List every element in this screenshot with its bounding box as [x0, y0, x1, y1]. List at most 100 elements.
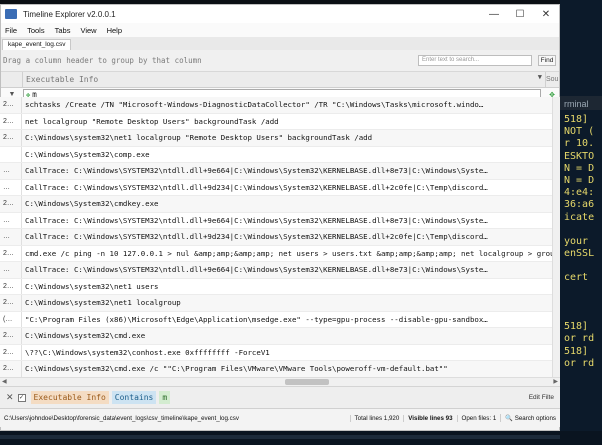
table-row[interactable]: … CallTrace: C:\Windows\SYSTEM32\ntdll.dl…	[0, 262, 552, 279]
terminal-line: 518]	[564, 345, 589, 357]
window-title: Timeline Explorer v2.0.0.1	[23, 9, 116, 19]
table-row[interactable]: 2… schtasks /Create /TN "Microsoft-Window…	[0, 97, 552, 114]
row-prefix-cell: 2…	[0, 278, 22, 294]
table-row[interactable]: … CallTrace: C:\Windows\SYSTEM32\ntdll.dl…	[0, 179, 552, 196]
column-header-executable-info[interactable]: Executable Info ▼	[23, 72, 545, 87]
executable-info-cell[interactable]: cmd.exe /c ping -n 10 127.0.0.1 > nul &a…	[22, 249, 552, 258]
table-row[interactable]: 2… C:\Windows\system32\net1 users	[0, 278, 552, 295]
table-row[interactable]: C:\Windows\System32\comp.exe	[0, 146, 552, 163]
table-row[interactable]: … CallTrace: C:\Windows\SYSTEM32\ntdll.dl…	[0, 163, 552, 180]
terminal-line: enSSL	[564, 248, 595, 260]
table-row[interactable]: … CallTrace: C:\Windows\SYSTEM32\ntdll.dl…	[0, 212, 552, 229]
executable-info-cell[interactable]: schtasks /Create /TN "Microsoft-Windows-…	[22, 100, 552, 109]
filter-enabled-checkbox[interactable]: ✓	[17, 393, 26, 402]
executable-info-cell[interactable]: \??\C:\Windows\system32\conhost.exe 0xff…	[22, 348, 552, 357]
terminal-line: r 10.	[564, 138, 595, 150]
terminal-line: 518]	[564, 321, 589, 333]
row-prefix-cell: …	[0, 229, 22, 245]
minimize-button[interactable]: —	[481, 9, 507, 20]
row-prefix-cell: 2…	[0, 196, 22, 212]
terminal-line: or rd	[564, 333, 595, 345]
table-row[interactable]: 2… C:\Windows\system32\cmd.exe	[0, 328, 552, 345]
row-prefix-cell: …	[0, 163, 22, 179]
executable-info-cell[interactable]: net localgroup "Remote Desktop Users" ba…	[22, 117, 552, 126]
executable-info-cell[interactable]: CallTrace: C:\Windows\SYSTEM32\ntdll.dll…	[22, 166, 552, 175]
edit-filter-button[interactable]: Edit Filte	[529, 394, 554, 401]
column-header-source[interactable]: Sou	[545, 72, 559, 87]
table-row[interactable]: 2… \??\C:\Windows\system32\conhost.exe 0x…	[0, 344, 552, 361]
executable-info-cell[interactable]: C:\Windows\system32\net1 localgroup	[22, 298, 552, 307]
row-prefix-cell	[0, 146, 22, 162]
terminal-line: ESKTO	[564, 150, 595, 162]
find-button[interactable]: Find	[538, 55, 556, 66]
menu-help[interactable]: Help	[103, 26, 128, 35]
filter-funnel-icon[interactable]: ▼	[538, 73, 542, 81]
search-input[interactable]: Enter text to search...	[418, 55, 532, 66]
terminal-line: NOT (	[564, 126, 595, 138]
row-prefix-cell: 2…	[0, 97, 22, 113]
executable-info-cell[interactable]: CallTrace: C:\Windows\SYSTEM32\ntdll.dll…	[22, 232, 552, 241]
table-row[interactable]: 2… C:\Windows\system32\net1 localgroup "R…	[0, 130, 552, 147]
executable-info-cell[interactable]: "C:\Program Files (x86)\Microsoft\Edge\A…	[22, 315, 552, 324]
vertical-scrollbar[interactable]	[552, 97, 560, 377]
data-grid[interactable]: 2… schtasks /Create /TN "Microsoft-Window…	[0, 97, 552, 377]
filter-operator-chip[interactable]: Contains	[111, 391, 157, 404]
menu-tabs[interactable]: Tabs	[51, 26, 77, 35]
terminal-line: N = D	[564, 162, 595, 174]
maximize-button[interactable]: ☐	[507, 9, 533, 20]
table-row[interactable]: 2… net localgroup "Remote Desktop Users" …	[0, 113, 552, 130]
terminal-output: 518] NOT (r 10. ESKTO N = DN = D 4:e4: 36:a6 i…	[560, 114, 602, 370]
terminal-title: rminal	[560, 96, 602, 110]
scroll-thumb[interactable]	[285, 379, 329, 385]
close-button[interactable]: ✕	[533, 9, 559, 20]
search-options[interactable]: 🔍 Search options	[500, 414, 560, 422]
executable-info-cell[interactable]: CallTrace: C:\Windows\SYSTEM32\ntdll.dll…	[22, 183, 552, 192]
open-files: Open files: 1	[456, 414, 501, 422]
menu-view[interactable]: View	[76, 26, 102, 35]
background-terminal: rminal 518] NOT (r 10. ESKTO N = DN = D 4:e4…	[560, 0, 602, 445]
table-row[interactable]: 2… cmd.exe /c ping -n 10 127.0.0.1 > nul …	[0, 245, 552, 262]
row-prefix-cell: (…	[0, 311, 22, 327]
terminal-line: icate	[564, 211, 595, 223]
filter-value-chip[interactable]: m	[159, 391, 171, 404]
group-panel: Drag a column header to group by that co…	[1, 50, 559, 72]
row-prefix-cell: …	[0, 179, 22, 195]
table-row[interactable]: 2… C:\Windows\System32\cmdkey.exe	[0, 196, 552, 213]
row-prefix-cell: 2…	[0, 113, 22, 129]
scroll-left-icon[interactable]: ◀	[2, 378, 7, 385]
executable-info-cell[interactable]: C:\Windows\system32\net1 users	[22, 282, 552, 291]
menu-bar: File Tools Tabs View Help	[1, 23, 559, 37]
menu-tools[interactable]: Tools	[23, 26, 51, 35]
menu-file[interactable]: File	[1, 26, 23, 35]
horizontal-scrollbar[interactable]: ◀ ▶	[0, 377, 560, 386]
row-indicator-header	[1, 72, 23, 87]
column-header-row: Executable Info ▼ Sou	[1, 72, 559, 88]
filter-column-chip[interactable]: Executable Info	[30, 391, 109, 404]
table-row[interactable]: (… "C:\Program Files (x86)\Microsoft\Edge…	[0, 311, 552, 328]
scroll-right-icon[interactable]: ▶	[553, 378, 558, 385]
executable-info-cell[interactable]: C:\Windows\system32\cmd.exe /c ""C:\Prog…	[22, 364, 552, 373]
executable-info-cell[interactable]: C:\Windows\System32\cmdkey.exe	[22, 199, 552, 208]
title-bar: Timeline Explorer v2.0.0.1 — ☐ ✕	[1, 5, 559, 23]
terminal-line: your	[564, 235, 589, 247]
executable-info-cell[interactable]: C:\Windows\system32\cmd.exe	[22, 331, 552, 340]
group-hint[interactable]: Drag a column header to group by that co…	[1, 56, 418, 65]
executable-info-cell[interactable]: CallTrace: C:\Windows\SYSTEM32\ntdll.dll…	[22, 216, 552, 225]
row-prefix-cell: …	[0, 262, 22, 278]
table-row[interactable]: 2… C:\Windows\system32\cmd.exe /c ""C:\Pr…	[0, 361, 552, 377]
table-row[interactable]: … CallTrace: C:\Windows\SYSTEM32\ntdll.dl…	[0, 229, 552, 246]
tab-kape-event-log[interactable]: kape_event_log.csv	[2, 39, 72, 50]
executable-info-cell[interactable]: C:\Windows\System32\comp.exe	[22, 150, 552, 159]
row-prefix-cell: 2…	[0, 295, 22, 311]
clear-filter-icon[interactable]: ✕	[6, 392, 14, 403]
column-header-label: Executable Info	[26, 75, 99, 84]
status-bar: C:\Users\johndoe\Desktop\forensic_data\e…	[0, 408, 560, 427]
row-prefix-cell: …	[0, 212, 22, 228]
terminal-line: 4:e4:	[564, 187, 595, 199]
executable-info-cell[interactable]: C:\Windows\system32\net1 localgroup "Rem…	[22, 133, 552, 142]
table-row[interactable]: 2… C:\Windows\system32\net1 localgroup	[0, 295, 552, 312]
executable-info-cell[interactable]: CallTrace: C:\Windows\SYSTEM32\ntdll.dll…	[22, 265, 552, 274]
